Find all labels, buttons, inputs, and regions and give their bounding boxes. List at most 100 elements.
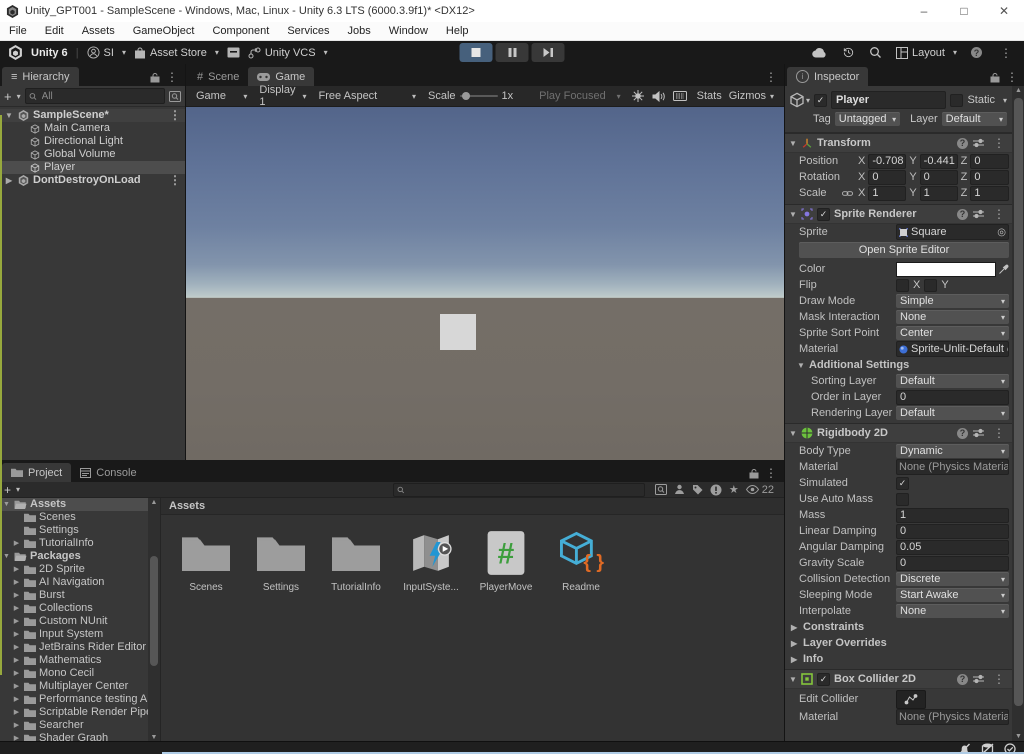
sort-point-dropdown[interactable]: Center▾ <box>896 326 1009 340</box>
lock-icon[interactable] <box>150 72 160 83</box>
help-icon[interactable]: ? <box>971 47 982 58</box>
position-x-field[interactable]: -0.708 <box>868 154 906 169</box>
gizmos-dropdown[interactable]: Gizmos▾ <box>724 88 779 104</box>
info-foldout[interactable]: ▶Info <box>785 651 1024 667</box>
game-viewport[interactable] <box>186 107 784 482</box>
draw-mode-dropdown[interactable]: Simple▾ <box>896 294 1009 308</box>
menu-gameobject[interactable]: GameObject <box>124 25 204 37</box>
project-search-input[interactable] <box>405 483 641 496</box>
more-icon[interactable]: ⋮ <box>989 136 1009 150</box>
tab-console[interactable]: Console <box>71 463 145 482</box>
flip-x-checkbox[interactable] <box>896 279 909 292</box>
foldout-open-icon[interactable]: ▼ <box>789 210 797 219</box>
edit-collider-button[interactable] <box>896 690 926 709</box>
additional-settings-foldout[interactable]: ▼Additional Settings <box>785 357 1024 373</box>
vsync-grid-icon[interactable] <box>673 91 687 101</box>
play-focused-dropdown[interactable]: Play Focused▾ <box>534 88 625 104</box>
scrollbar-thumb[interactable] <box>150 556 158 666</box>
linear-damping-field[interactable]: 0 <box>896 524 1009 539</box>
tag-dropdown[interactable]: Untagged▾ <box>835 112 900 126</box>
simulated-checkbox[interactable]: ✓ <box>896 477 909 490</box>
hierarchy-row[interactable]: Global Volume <box>0 148 185 161</box>
menu-services[interactable]: Services <box>278 25 338 37</box>
project-search[interactable] <box>393 483 645 497</box>
hidden-count-toggle[interactable]: 22 <box>746 484 774 496</box>
hierarchy-row-player[interactable]: Player <box>0 161 185 174</box>
material-object-field[interactable]: Sprite-Unlit-Default◎ <box>896 341 1009 357</box>
hierarchy-more-icon[interactable]: ⋮ <box>162 70 182 84</box>
tree-row[interactable]: ▶Burst <box>0 589 160 602</box>
cloud-icon[interactable] <box>812 47 828 58</box>
maximize-button[interactable]: □ <box>944 0 984 22</box>
frame-debugger-icon[interactable] <box>632 90 644 102</box>
sorting-layer-dropdown[interactable]: Default▾ <box>896 374 1009 388</box>
hierarchy-search[interactable] <box>25 88 165 104</box>
gameobject-cube-icon[interactable]: ▾ <box>789 92 810 108</box>
order-in-layer-field[interactable]: 0 <box>896 390 1009 405</box>
presets-icon[interactable] <box>973 138 984 148</box>
sprite-renderer-header[interactable]: ▼ ✓ Sprite Renderer ? ⋮ <box>785 204 1024 224</box>
tree-row[interactable]: ▶Multiplayer Center <box>0 680 160 693</box>
tree-row[interactable]: Scenes <box>0 511 160 524</box>
static-checkbox[interactable] <box>950 94 963 107</box>
transform-header[interactable]: ▼ Transform ? ⋮ <box>785 133 1024 153</box>
collision-detection-dropdown[interactable]: Discrete▾ <box>896 572 1009 586</box>
presets-icon[interactable] <box>973 209 984 219</box>
search-icon[interactable] <box>869 46 882 59</box>
hierarchy-row-dontdestroy[interactable]: ▶ DontDestroyOnLoad ⋮ <box>0 174 185 187</box>
bc-material-object-field[interactable]: None (Physics Materia◎ <box>896 709 1009 725</box>
mask-interaction-dropdown[interactable]: None▾ <box>896 310 1009 324</box>
hierarchy-row[interactable]: Main Camera <box>0 122 185 135</box>
tab-inspector[interactable]: i Inspector <box>787 67 868 86</box>
foldout-open-icon[interactable]: ▼ <box>4 109 14 122</box>
rotation-x-field[interactable]: 0 <box>868 170 906 185</box>
foldout-open-icon[interactable]: ▼ <box>789 429 797 438</box>
layer-dropdown[interactable]: Default▾ <box>942 112 1007 126</box>
display-dropdown[interactable]: Display 1▾ <box>254 88 311 104</box>
scrollbar-thumb[interactable] <box>1014 98 1023 706</box>
tree-row[interactable]: ▶Collections <box>0 602 160 615</box>
sleeping-mode-dropdown[interactable]: Start Awake▾ <box>896 588 1009 602</box>
game-view-more-icon[interactable]: ⋮ <box>761 70 781 84</box>
search-by-label-icon[interactable] <box>692 484 703 495</box>
rigidbody2d-header[interactable]: ▼ Rigidbody 2D ? ⋮ <box>785 423 1024 443</box>
add-gameobject-button[interactable]: +▾ <box>4 89 21 104</box>
project-more-icon[interactable]: ⋮ <box>761 466 781 480</box>
help-icon[interactable]: ? <box>957 209 968 220</box>
tree-row[interactable]: ▶JetBrains Rider Editor <box>0 641 160 654</box>
packages-visibility-icon[interactable] <box>674 484 685 495</box>
help-icon[interactable]: ? <box>957 674 968 685</box>
create-asset-button[interactable]: +▾ <box>4 483 20 497</box>
object-picker-icon[interactable]: ◎ <box>997 227 1006 238</box>
link-icon[interactable] <box>842 190 853 197</box>
menu-assets[interactable]: Assets <box>73 25 124 37</box>
stats-toggle[interactable]: Stats <box>697 90 722 102</box>
scale-slider[interactable]: Scale 1x <box>423 88 518 104</box>
angular-damping-field[interactable]: 0.05 <box>896 540 1009 555</box>
unity-vcs-dropdown[interactable]: Unity VCS▾ <box>248 47 328 59</box>
game-mode-dropdown[interactable]: Game▾ <box>191 88 252 104</box>
scale-slider-track[interactable] <box>460 95 498 97</box>
component-enabled-checkbox[interactable]: ✓ <box>817 673 830 686</box>
scale-slider-knob[interactable] <box>462 92 470 100</box>
tab-hierarchy[interactable]: ≡ Hierarchy <box>2 67 79 86</box>
scale-y-field[interactable]: 1 <box>920 186 958 201</box>
asset-store-dropdown[interactable]: Asset Store▾ <box>134 47 219 59</box>
tree-row[interactable]: ▶Scriptable Render Pipeline <box>0 706 160 719</box>
tree-scrollbar[interactable]: ▲ ▼ <box>148 498 160 742</box>
inspector-scrollbar[interactable]: ▲ ▼ <box>1012 86 1024 741</box>
rendering-layer-dropdown[interactable]: Default▾ <box>896 406 1009 420</box>
hierarchy-search-input[interactable] <box>40 90 161 103</box>
tree-row[interactable]: ▶AI Navigation <box>0 576 160 589</box>
scale-z-field[interactable]: 1 <box>970 186 1009 201</box>
flip-y-checkbox[interactable] <box>924 279 937 292</box>
play-button[interactable] <box>460 43 493 62</box>
active-checkbox[interactable]: ✓ <box>814 94 827 107</box>
object-picker-icon[interactable]: ◎ <box>1007 344 1009 355</box>
sprite-object-field[interactable]: Square◎ <box>896 224 1009 240</box>
menu-help[interactable]: Help <box>437 25 478 37</box>
help-icon[interactable]: ? <box>957 428 968 439</box>
asset-item[interactable]: { } Readme <box>550 527 612 593</box>
lock-icon[interactable] <box>749 468 759 479</box>
auto-mass-checkbox[interactable] <box>896 493 909 506</box>
